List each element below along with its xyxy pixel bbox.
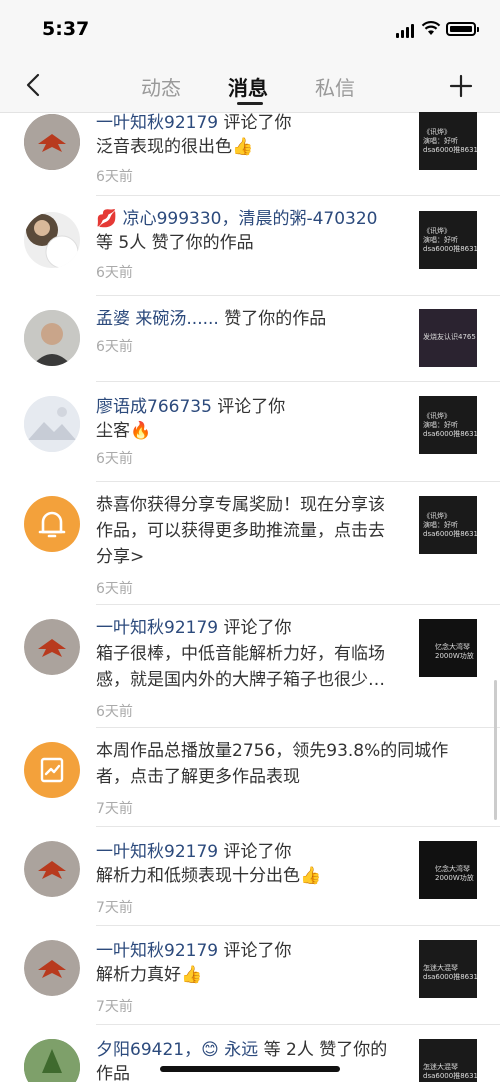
notice-line-1: 本周作品总播放量2756，领先93.8%的同城作 xyxy=(96,741,449,761)
timestamp: 6天前 xyxy=(96,704,133,720)
plus-icon[interactable] xyxy=(448,73,474,99)
message-list: 一叶知秋92179 评论了你 泛音表现的很出色👍 6天前 《讯烨》 演唱：好听 … xyxy=(0,112,500,1082)
user-name[interactable]: 一叶知秋92179 xyxy=(96,113,218,133)
avatar[interactable] xyxy=(24,1039,80,1082)
video-thumbnail[interactable]: 《讯烨》 演唱：好听 dsa6000推8631 xyxy=(419,211,477,269)
user-name[interactable]: 夕阳69421，😊 永远 xyxy=(96,1040,258,1060)
tab-dynamic[interactable]: 动态 xyxy=(141,72,181,101)
signal-icon xyxy=(396,24,414,38)
like-text: 等 5人 赞了你的作品 xyxy=(96,233,254,253)
user-name[interactable]: 廖语成766735 xyxy=(96,397,212,417)
comment-text: 解析力真好👍 xyxy=(96,965,203,985)
timestamp: 6天前 xyxy=(96,169,133,185)
comment-line-2: 感，就是国内外的大牌子箱子也很少… xyxy=(96,670,385,690)
list-item[interactable]: 一叶知秋92179 评论了你 解析力和低频表现十分出色👍 7天前 忆念大湾琴 2… xyxy=(0,827,500,926)
action-text: 评论了你 xyxy=(218,113,292,133)
avatar[interactable] xyxy=(24,619,80,675)
timestamp: 7天前 xyxy=(96,801,133,817)
user-name[interactable]: 孟婆 来碗汤...... xyxy=(96,309,219,329)
action-text: 评论了你 xyxy=(211,397,286,417)
list-item[interactable]: 廖语成766735 评论了你 尘客🔥 6天前 《讯烨》 演唱：好听 dsa600… xyxy=(0,382,500,482)
avatar[interactable] xyxy=(24,212,80,268)
bell-icon[interactable] xyxy=(24,496,80,552)
notice-line-2: 作品，可以获得更多助推流量，点击去 xyxy=(96,521,385,541)
scrollbar[interactable] xyxy=(494,680,497,820)
wifi-icon xyxy=(421,21,441,35)
video-thumbnail[interactable]: 发烧友认识4765 xyxy=(419,309,477,367)
user-name[interactable]: 💋 凉心999330，清晨的粥-470320 xyxy=(96,209,378,229)
notice-line-1: 恭喜你获得分享专属奖励！现在分享该 xyxy=(96,495,385,515)
list-item[interactable]: 本周作品总播放量2756，领先93.8%的同城作 者，点击了解更多作品表现 7天… xyxy=(0,728,500,827)
user-name[interactable]: 一叶知秋92179 xyxy=(96,941,218,961)
action-text: 评论了你 xyxy=(218,941,292,961)
tab-messages[interactable]: 消息 xyxy=(228,72,268,101)
avatar[interactable] xyxy=(24,396,80,452)
comment-text: 解析力和低频表现十分出色👍 xyxy=(96,866,322,886)
video-thumbnail[interactable]: 忆念大湾琴 2000W功放 xyxy=(419,841,477,899)
list-item[interactable]: 孟婆 来碗汤...... 赞了你的作品 6天前 发烧友认识4765 xyxy=(0,296,500,382)
video-thumbnail[interactable]: 《讯烨》 演唱：好听 dsa6000推8631 xyxy=(419,112,477,170)
timestamp: 7天前 xyxy=(96,999,133,1015)
action-text: 评论了你 xyxy=(218,618,292,638)
video-thumbnail[interactable]: 忆念大湾琴 2000W功放 xyxy=(419,619,477,677)
video-thumbnail[interactable]: 《讯烨》 演唱：好听 dsa6000推8631 xyxy=(419,496,477,554)
video-thumbnail[interactable]: 怎迷大混琴 dsa6000推8631 xyxy=(419,940,477,998)
battery-icon xyxy=(446,22,479,36)
back-arrow-icon[interactable] xyxy=(22,72,46,98)
comment-text: 尘客🔥 xyxy=(96,421,152,441)
video-thumbnail[interactable]: 怎迷大混琴 dsa6000推8631 xyxy=(419,1039,477,1082)
notice-line-3[interactable]: 分享> xyxy=(96,546,401,569)
avatar[interactable] xyxy=(24,940,80,996)
timestamp: 6天前 xyxy=(96,451,133,467)
avatar[interactable] xyxy=(24,841,80,897)
top-nav: 动态 消息 私信 xyxy=(0,60,500,113)
comment-text: 泛音表现的很出色👍 xyxy=(96,137,254,157)
active-tab-indicator xyxy=(237,102,263,105)
list-item[interactable]: 恭喜你获得分享专属奖励！现在分享该 作品，可以获得更多助推流量，点击去 分享> … xyxy=(0,482,500,605)
comment-line-1: 箱子很棒，中低音能解析力好，有临场 xyxy=(96,644,385,664)
user-name[interactable]: 一叶知秋92179 xyxy=(96,618,218,638)
status-time: 5:37 xyxy=(42,18,90,40)
video-thumbnail[interactable]: 《讯烨》 演唱：好听 dsa6000推8631 xyxy=(419,396,477,454)
avatar[interactable] xyxy=(24,114,80,170)
list-item[interactable]: 一叶知秋92179 评论了你 箱子很棒，中低音能解析力好，有临场 感，就是国内外… xyxy=(0,605,500,728)
user-name[interactable]: 一叶知秋92179 xyxy=(96,842,218,862)
timestamp: 6天前 xyxy=(96,265,133,281)
avatar[interactable] xyxy=(24,310,80,366)
tab-private-messages[interactable]: 私信 xyxy=(315,72,355,101)
action-text: 赞了你的作品 xyxy=(218,309,327,329)
home-indicator[interactable] xyxy=(160,1066,340,1072)
stats-icon[interactable] xyxy=(24,742,80,798)
list-item[interactable]: 夕阳69421，😊 永远 等 2人 赞了你的 作品 怎迷大混琴 dsa6000推… xyxy=(0,1025,500,1082)
timestamp: 7天前 xyxy=(96,900,133,916)
action-text: 评论了你 xyxy=(218,842,292,862)
action-text: 等 2人 赞了你的 xyxy=(258,1040,388,1060)
list-item[interactable]: 一叶知秋92179 评论了你 泛音表现的很出色👍 6天前 《讯烨》 演唱：好听 … xyxy=(0,112,500,196)
notice-line-2[interactable]: 者，点击了解更多作品表现 xyxy=(96,766,476,789)
timestamp: 6天前 xyxy=(96,339,133,355)
timestamp: 6天前 xyxy=(96,581,133,597)
status-bar: 5:37 xyxy=(0,0,500,60)
list-item[interactable]: 💋 凉心999330，清晨的粥-470320 等 5人 赞了你的作品 6天前 《… xyxy=(0,196,500,296)
list-item[interactable]: 一叶知秋92179 评论了你 解析力真好👍 7天前 怎迷大混琴 dsa6000推… xyxy=(0,926,500,1025)
